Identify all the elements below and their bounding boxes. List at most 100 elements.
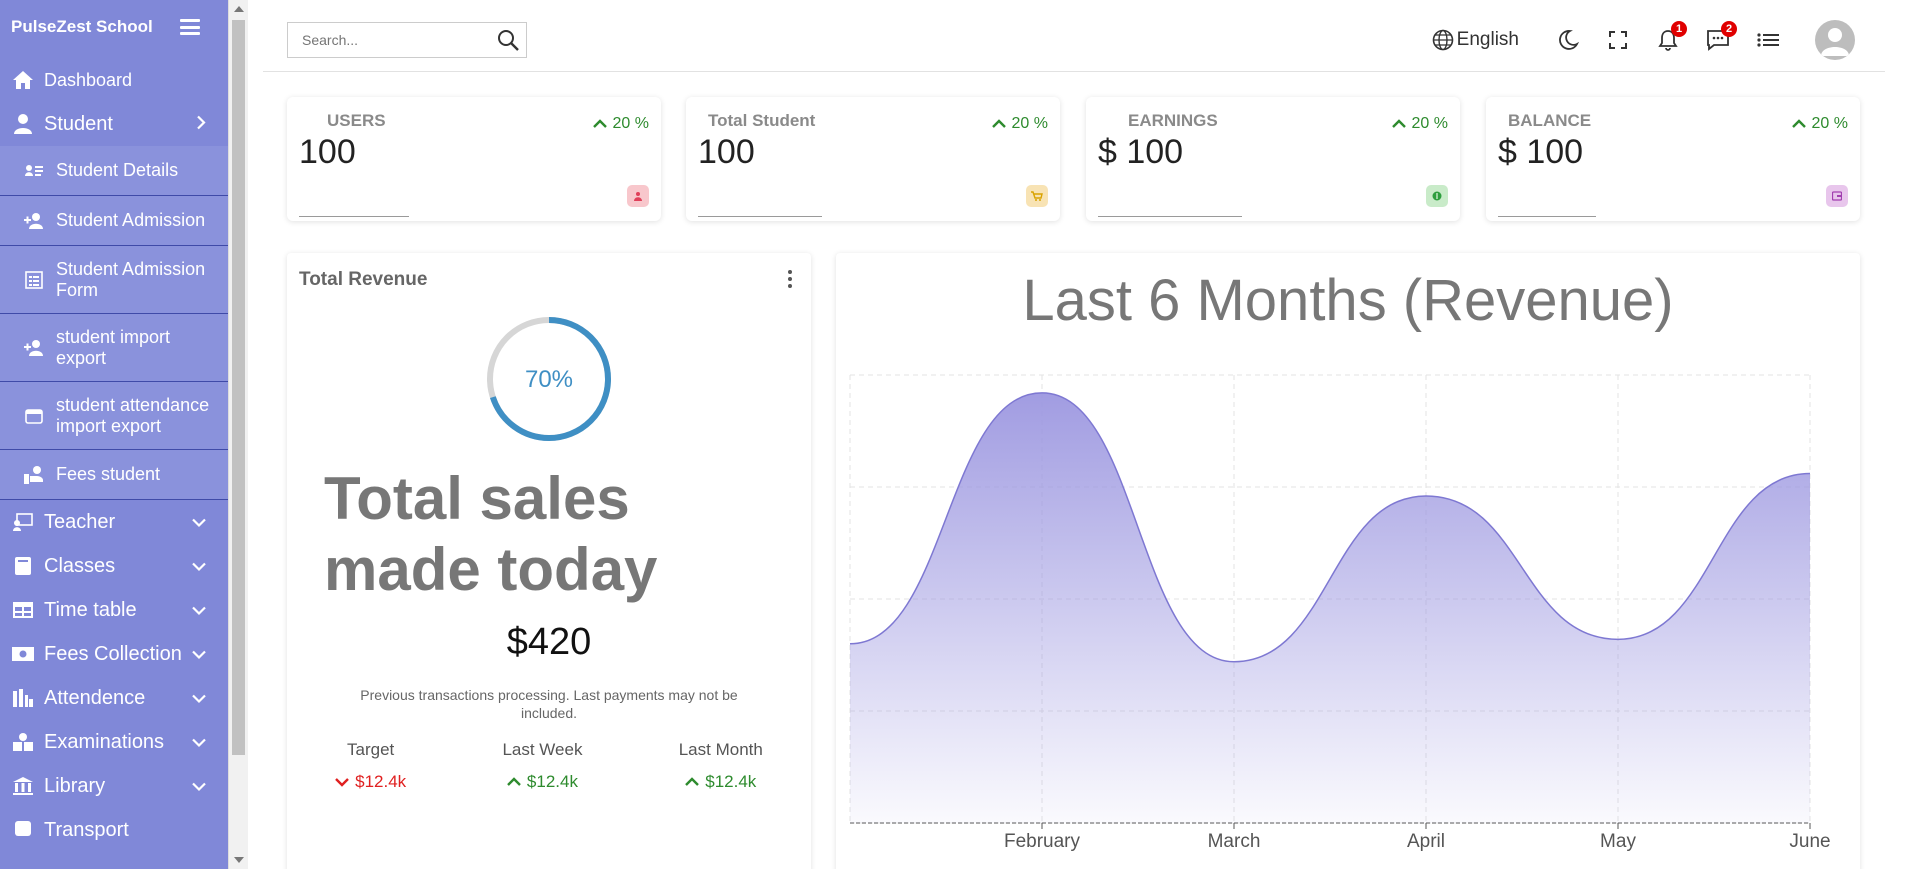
sidebar-item-library[interactable]: Library [0, 764, 228, 808]
sidebar-item-student[interactable]: Student [0, 102, 228, 146]
table-icon [12, 599, 34, 621]
summary-value-text: $12.4k [526, 772, 578, 791]
calendar-icon [24, 406, 44, 426]
more-vert-icon[interactable] [787, 269, 793, 294]
progress-ring: 70% [485, 315, 613, 448]
sidebar-item-time-table[interactable]: Time table [0, 588, 228, 632]
sidebar: PulseZest School Dashboard Student Stude… [0, 0, 228, 869]
topbar: English 1 2 [263, 0, 1885, 72]
x-tick-label: March [1208, 831, 1261, 852]
stat-change: 20 % [592, 115, 649, 133]
sidebar-item-classes[interactable]: Classes [0, 544, 228, 588]
sidebar-subitem-label: Student Admission [56, 210, 206, 230]
sidebar-item-attendence[interactable]: Attendence [0, 676, 228, 720]
summary-value-text: $12.4k [705, 772, 757, 791]
card-title: Total Revenue [299, 269, 428, 290]
revenue-area-chart: Last 6 Months (Revenue) February March Apr… [849, 268, 1831, 852]
stat-change-value: 20 % [1811, 115, 1848, 132]
dark-mode-icon[interactable] [1555, 27, 1581, 53]
vertical-scrollbar[interactable] [228, 0, 248, 869]
stat-title: Total Student [708, 111, 816, 130]
stat-change-value: 20 % [1011, 115, 1048, 132]
x-tick-label: April [1407, 831, 1445, 852]
summary-label: Last Week [502, 740, 583, 759]
brand-name: PulseZest School [11, 17, 153, 36]
fullscreen-icon[interactable] [1605, 27, 1631, 53]
trend-down-icon [335, 778, 349, 787]
sidebar-subitem-student-admission-form[interactable]: Student Admission Form [0, 246, 228, 314]
student-submenu: Student Details Student Admission Studen… [0, 146, 228, 500]
avatar[interactable] [1815, 20, 1855, 60]
search-icon[interactable] [490, 29, 526, 51]
sidebar-item-label: Time table [44, 598, 137, 621]
sidebar-item-teacher[interactable]: Teacher [0, 500, 228, 544]
sidebar-subitem-fees-student[interactable]: Fees student [0, 450, 228, 500]
stat-change-value: 20 % [1411, 115, 1448, 132]
summary-value: $12.4k [679, 772, 763, 792]
stat-card-earnings: EARNINGS 20 % $ 100 [1086, 97, 1460, 221]
person-icon [12, 113, 34, 135]
cart-chip-icon[interactable] [1026, 185, 1048, 207]
sidebar-subitem-student-details[interactable]: Student Details [0, 146, 228, 196]
trend-up-icon [507, 777, 521, 786]
teacher-icon [12, 511, 34, 533]
chart-area-fill [850, 392, 1810, 823]
summary-target: Target $12.4k [335, 740, 406, 792]
topbar-actions: English 1 2 [1432, 20, 1855, 60]
trend-up-icon [685, 777, 700, 786]
notifications-badge: 1 [1671, 21, 1687, 37]
stat-card-users: USERS 20 % 100 [287, 97, 661, 221]
sidebar-subitem-label: Student Details [56, 160, 179, 180]
stat-underline [1098, 216, 1242, 217]
messages-icon[interactable]: 2 [1705, 21, 1737, 53]
chart-x-ticks: February March April May June [1004, 823, 1831, 852]
stat-title: EARNINGS [1128, 111, 1218, 130]
menu-toggle-icon[interactable] [180, 19, 200, 35]
wallet-chip-icon[interactable] [1826, 185, 1848, 207]
trend-up-icon [592, 119, 607, 128]
sidebar-item-examinations[interactable]: Examinations [0, 720, 228, 764]
sidebar-item-fees-collection[interactable]: Fees Collection [0, 632, 228, 676]
stat-card-total-student: Total Student 20 % 100 [686, 97, 1060, 221]
trend-up-icon [1391, 119, 1406, 128]
list-person-icon [24, 161, 44, 181]
messages-badge: 2 [1721, 21, 1737, 37]
notifications-icon[interactable]: 1 [1655, 21, 1687, 53]
sidebar-subitem-student-import-export[interactable]: student import export [0, 314, 228, 382]
form-icon [24, 270, 44, 290]
search-input[interactable] [288, 23, 490, 57]
language-selector[interactable]: English [1432, 29, 1519, 51]
sidebar-item-dashboard[interactable]: Dashboard [0, 58, 228, 102]
chart-title: Last 6 Months (Revenue) [1022, 268, 1673, 333]
scroll-up-icon[interactable] [234, 6, 244, 12]
sales-note: Previous transactions processing. Last p… [360, 687, 738, 721]
chevron-down-icon [192, 643, 206, 666]
person-chip-icon[interactable] [627, 185, 649, 207]
globe-icon [1432, 29, 1453, 51]
chevron-down-icon [192, 775, 206, 798]
summary-label: Last Month [678, 740, 763, 759]
trend-up-icon [1791, 119, 1806, 128]
scroll-thumb[interactable] [232, 20, 245, 755]
user-avatar-icon [1821, 28, 1849, 56]
library-icon [12, 775, 34, 797]
exam-icon [12, 731, 34, 753]
dollar-chip-icon[interactable] [1426, 185, 1448, 207]
stat-value: $ 100 [1498, 133, 1584, 171]
sidebar-subitem-label: Student Admission Form [56, 258, 206, 300]
sidebar-item-label: Attendence [44, 686, 146, 709]
stat-card-balance: BALANCE 20 % $ 100 [1486, 97, 1860, 221]
sidebar-subitem-student-attendance-import-export[interactable]: student attendance import export [0, 382, 228, 450]
sidebar-subitem-student-admission[interactable]: Student Admission [0, 196, 228, 246]
scroll-down-icon[interactable] [234, 857, 244, 863]
person-add-icon [24, 211, 44, 231]
search-box [287, 22, 527, 58]
stat-value: 100 [299, 133, 356, 171]
list-icon[interactable] [1755, 27, 1781, 53]
summary-last-week: Last Week $12.4k [502, 740, 582, 792]
chevron-down-icon [192, 555, 206, 578]
sidebar-subitem-label: student import export [56, 326, 171, 368]
stat-underline [1498, 216, 1596, 217]
brand-bar: PulseZest School [0, 0, 228, 54]
sidebar-item-transport[interactable]: Transport [0, 808, 228, 852]
